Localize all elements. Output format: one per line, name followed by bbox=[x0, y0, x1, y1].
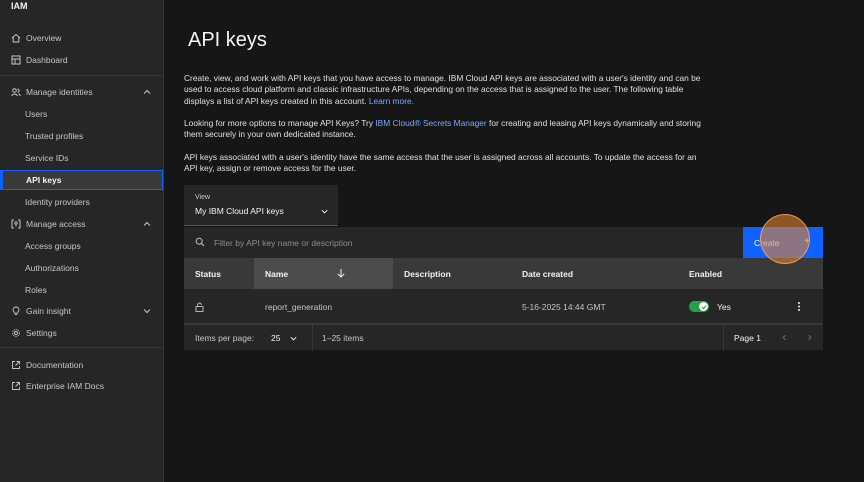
column-header-name[interactable]: Name bbox=[254, 258, 393, 289]
lightbulb-icon bbox=[11, 306, 21, 316]
sidebar-item-label: Identity providers bbox=[25, 197, 90, 207]
launch-icon bbox=[11, 381, 21, 391]
users-icon bbox=[11, 87, 21, 97]
sidebar-item-label: Users bbox=[25, 109, 48, 119]
view-label: View bbox=[195, 194, 211, 201]
dashboard-icon bbox=[11, 55, 21, 65]
sidebar: IAM Overview Dashboard Manage identities… bbox=[0, 0, 164, 482]
gear-icon bbox=[11, 328, 21, 338]
sidebar-item-label: Roles bbox=[25, 285, 47, 295]
intro-paragraph: Create, view, and work with API keys tha… bbox=[184, 73, 704, 107]
arrow-down-icon bbox=[337, 269, 345, 278]
date-created-cell: 5-16-2025 14:44 GMT bbox=[522, 301, 606, 312]
enabled-cell: Yes bbox=[689, 289, 731, 324]
overflow-menu-icon[interactable] bbox=[793, 300, 805, 313]
sidebar-item-label: Settings bbox=[26, 328, 57, 338]
checkmark-icon bbox=[701, 304, 706, 309]
sidebar-item-label: Manage identities bbox=[26, 87, 93, 97]
sidebar-item-trusted-profiles[interactable]: Trusted profiles bbox=[0, 126, 163, 146]
name-cell[interactable]: report_generation bbox=[265, 289, 332, 324]
chevron-down-icon bbox=[290, 336, 297, 340]
sidebar-item-gain-insight[interactable]: Gain insight bbox=[0, 301, 163, 321]
toggle-knob bbox=[699, 302, 708, 311]
sidebar-item-label: Authorizations bbox=[25, 263, 79, 273]
table-header: Status Name Description Date created Ena… bbox=[184, 258, 823, 289]
sidebar-item-overview[interactable]: Overview bbox=[0, 28, 163, 48]
sidebar-item-settings[interactable]: Settings bbox=[0, 323, 163, 343]
enabled-value: Yes bbox=[717, 301, 731, 312]
secrets-manager-paragraph: Looking for more options to manage API K… bbox=[184, 118, 704, 141]
view-dropdown[interactable]: View My IBM Cloud API keys bbox=[184, 185, 338, 226]
sidebar-item-manage-identities[interactable]: Manage identities bbox=[0, 82, 163, 102]
sidebar-item-authorizations[interactable]: Authorizations bbox=[0, 258, 163, 278]
launch-icon bbox=[11, 360, 21, 370]
chevron-down-icon bbox=[143, 309, 151, 314]
table-row[interactable]: report_generation 5-16-2025 14:44 GMT Ye… bbox=[184, 289, 823, 324]
sidebar-item-label: API keys bbox=[26, 175, 62, 185]
column-header-label: Name bbox=[265, 268, 289, 279]
access-icon bbox=[11, 219, 21, 229]
sidebar-item-documentation[interactable]: Documentation bbox=[0, 355, 163, 375]
enabled-toggle[interactable] bbox=[689, 301, 709, 312]
sidebar-item-roles[interactable]: Roles bbox=[0, 280, 163, 300]
page-select[interactable]: Page 1 bbox=[734, 325, 761, 351]
intro-text: Create, view, and work with API keys tha… bbox=[184, 73, 701, 106]
sidebar-item-users[interactable]: Users bbox=[0, 104, 163, 124]
sidebar-item-label: Service IDs bbox=[25, 153, 69, 163]
sidebar-item-label: Documentation bbox=[26, 360, 84, 370]
view-value: My IBM Cloud API keys bbox=[195, 206, 284, 216]
search-input[interactable] bbox=[214, 233, 714, 252]
learn-more-link[interactable]: Learn more. bbox=[369, 96, 414, 106]
add-icon: + bbox=[804, 236, 810, 247]
sidebar-item-label: Gain insight bbox=[26, 306, 71, 316]
sidebar-item-identity-providers[interactable]: Identity providers bbox=[0, 192, 163, 212]
sidebar-item-label: Access groups bbox=[25, 241, 81, 251]
items-range: 1–25 items bbox=[322, 333, 364, 343]
next-page-icon[interactable] bbox=[805, 333, 814, 342]
sidebar-item-enterprise-docs[interactable]: Enterprise IAM Docs bbox=[0, 376, 163, 396]
lock-icon bbox=[195, 302, 204, 312]
home-icon bbox=[11, 33, 21, 43]
chevron-up-icon bbox=[143, 89, 151, 94]
sidebar-item-label: Manage access bbox=[26, 219, 86, 229]
items-per-page-label: Items per page: bbox=[195, 333, 255, 343]
column-header-description[interactable]: Description bbox=[393, 258, 511, 289]
sidebar-divider bbox=[0, 75, 163, 76]
page-title: API keys bbox=[188, 29, 267, 51]
create-button[interactable]: Create + bbox=[743, 227, 823, 258]
intro-text: Looking for more options to manage API K… bbox=[184, 118, 374, 128]
sidebar-title: IAM bbox=[11, 1, 28, 11]
sidebar-item-label: Overview bbox=[26, 33, 62, 43]
sidebar-item-dashboard[interactable]: Dashboard bbox=[0, 50, 163, 70]
column-header-date-created[interactable]: Date created bbox=[511, 258, 678, 289]
sidebar-item-label: Enterprise IAM Docs bbox=[26, 381, 104, 391]
items-per-page-value: 25 bbox=[271, 333, 281, 343]
chevron-down-icon bbox=[321, 209, 328, 214]
sidebar-item-service-ids[interactable]: Service IDs bbox=[0, 148, 163, 168]
intro-text: API keys associated with a user's identi… bbox=[184, 152, 697, 174]
pagination-divider bbox=[312, 325, 313, 351]
pagination: Items per page: 25 1–25 items Page 1 bbox=[184, 324, 823, 351]
search-icon bbox=[195, 237, 205, 247]
chevron-up-icon bbox=[143, 221, 151, 226]
column-header-enabled: Enabled bbox=[689, 268, 723, 279]
status-cell bbox=[195, 289, 204, 324]
sidebar-item-label: Trusted profiles bbox=[25, 131, 84, 141]
main-content: API keys Create, view, and work with API… bbox=[164, 0, 864, 482]
sidebar-item-access-groups[interactable]: Access groups bbox=[0, 236, 163, 256]
items-per-page-select[interactable]: 25 bbox=[271, 325, 303, 351]
secrets-manager-link[interactable]: IBM Cloud® Secrets Manager bbox=[375, 118, 486, 128]
sidebar-item-api-keys[interactable]: API keys bbox=[0, 170, 163, 190]
column-header-status[interactable]: Status bbox=[184, 258, 254, 289]
app-window: IAM Overview Dashboard Manage identities… bbox=[0, 0, 864, 482]
access-paragraph: API keys associated with a user's identi… bbox=[184, 152, 704, 175]
table-toolbar: Create + bbox=[184, 227, 823, 258]
create-button-label: Create bbox=[754, 237, 780, 248]
previous-page-icon[interactable] bbox=[780, 333, 789, 342]
sidebar-divider bbox=[0, 347, 163, 348]
sidebar-item-label: Dashboard bbox=[26, 55, 68, 65]
sidebar-item-manage-access[interactable]: Manage access bbox=[0, 214, 163, 234]
pagination-divider bbox=[723, 325, 724, 351]
